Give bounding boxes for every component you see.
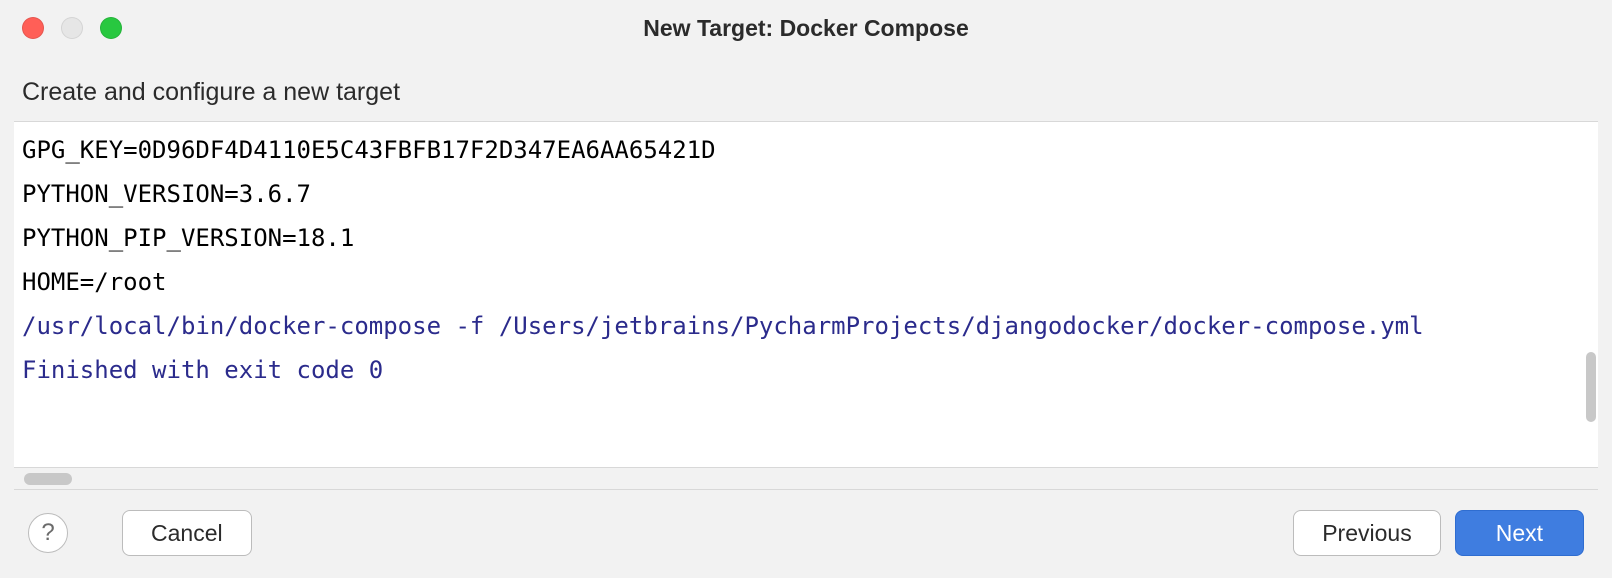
- cancel-button[interactable]: Cancel: [122, 510, 252, 556]
- console-line: PYTHON_VERSION=3.6.7: [22, 172, 1590, 216]
- titlebar: New Target: Docker Compose: [0, 0, 1612, 56]
- vertical-scrollbar[interactable]: [1586, 352, 1596, 422]
- page-subtitle: Create and configure a new target: [0, 56, 1612, 121]
- traffic-lights: [0, 17, 122, 39]
- help-icon: ?: [41, 519, 54, 547]
- close-window-icon[interactable]: [22, 17, 44, 39]
- minimize-window-icon: [61, 17, 83, 39]
- console-content: GPG_KEY=0D96DF4D4110E5C43FBFB17F2D347EA6…: [14, 122, 1598, 392]
- window-title: New Target: Docker Compose: [643, 15, 968, 42]
- horizontal-scrollbar-track[interactable]: [14, 468, 1598, 490]
- console-output: GPG_KEY=0D96DF4D4110E5C43FBFB17F2D347EA6…: [14, 121, 1598, 468]
- console-line: PYTHON_PIP_VERSION=18.1: [22, 216, 1590, 260]
- help-button[interactable]: ?: [28, 513, 68, 553]
- dialog-footer: ? Cancel Previous Next: [0, 490, 1612, 578]
- console-line: HOME=/root: [22, 260, 1590, 304]
- console-line: Finished with exit code 0: [22, 348, 1590, 392]
- horizontal-scrollbar-thumb[interactable]: [24, 473, 72, 485]
- previous-button[interactable]: Previous: [1293, 510, 1440, 556]
- maximize-window-icon[interactable]: [100, 17, 122, 39]
- next-button[interactable]: Next: [1455, 510, 1584, 556]
- console-line: GPG_KEY=0D96DF4D4110E5C43FBFB17F2D347EA6…: [22, 128, 1590, 172]
- console-line: /usr/local/bin/docker-compose -f /Users/…: [22, 304, 1590, 348]
